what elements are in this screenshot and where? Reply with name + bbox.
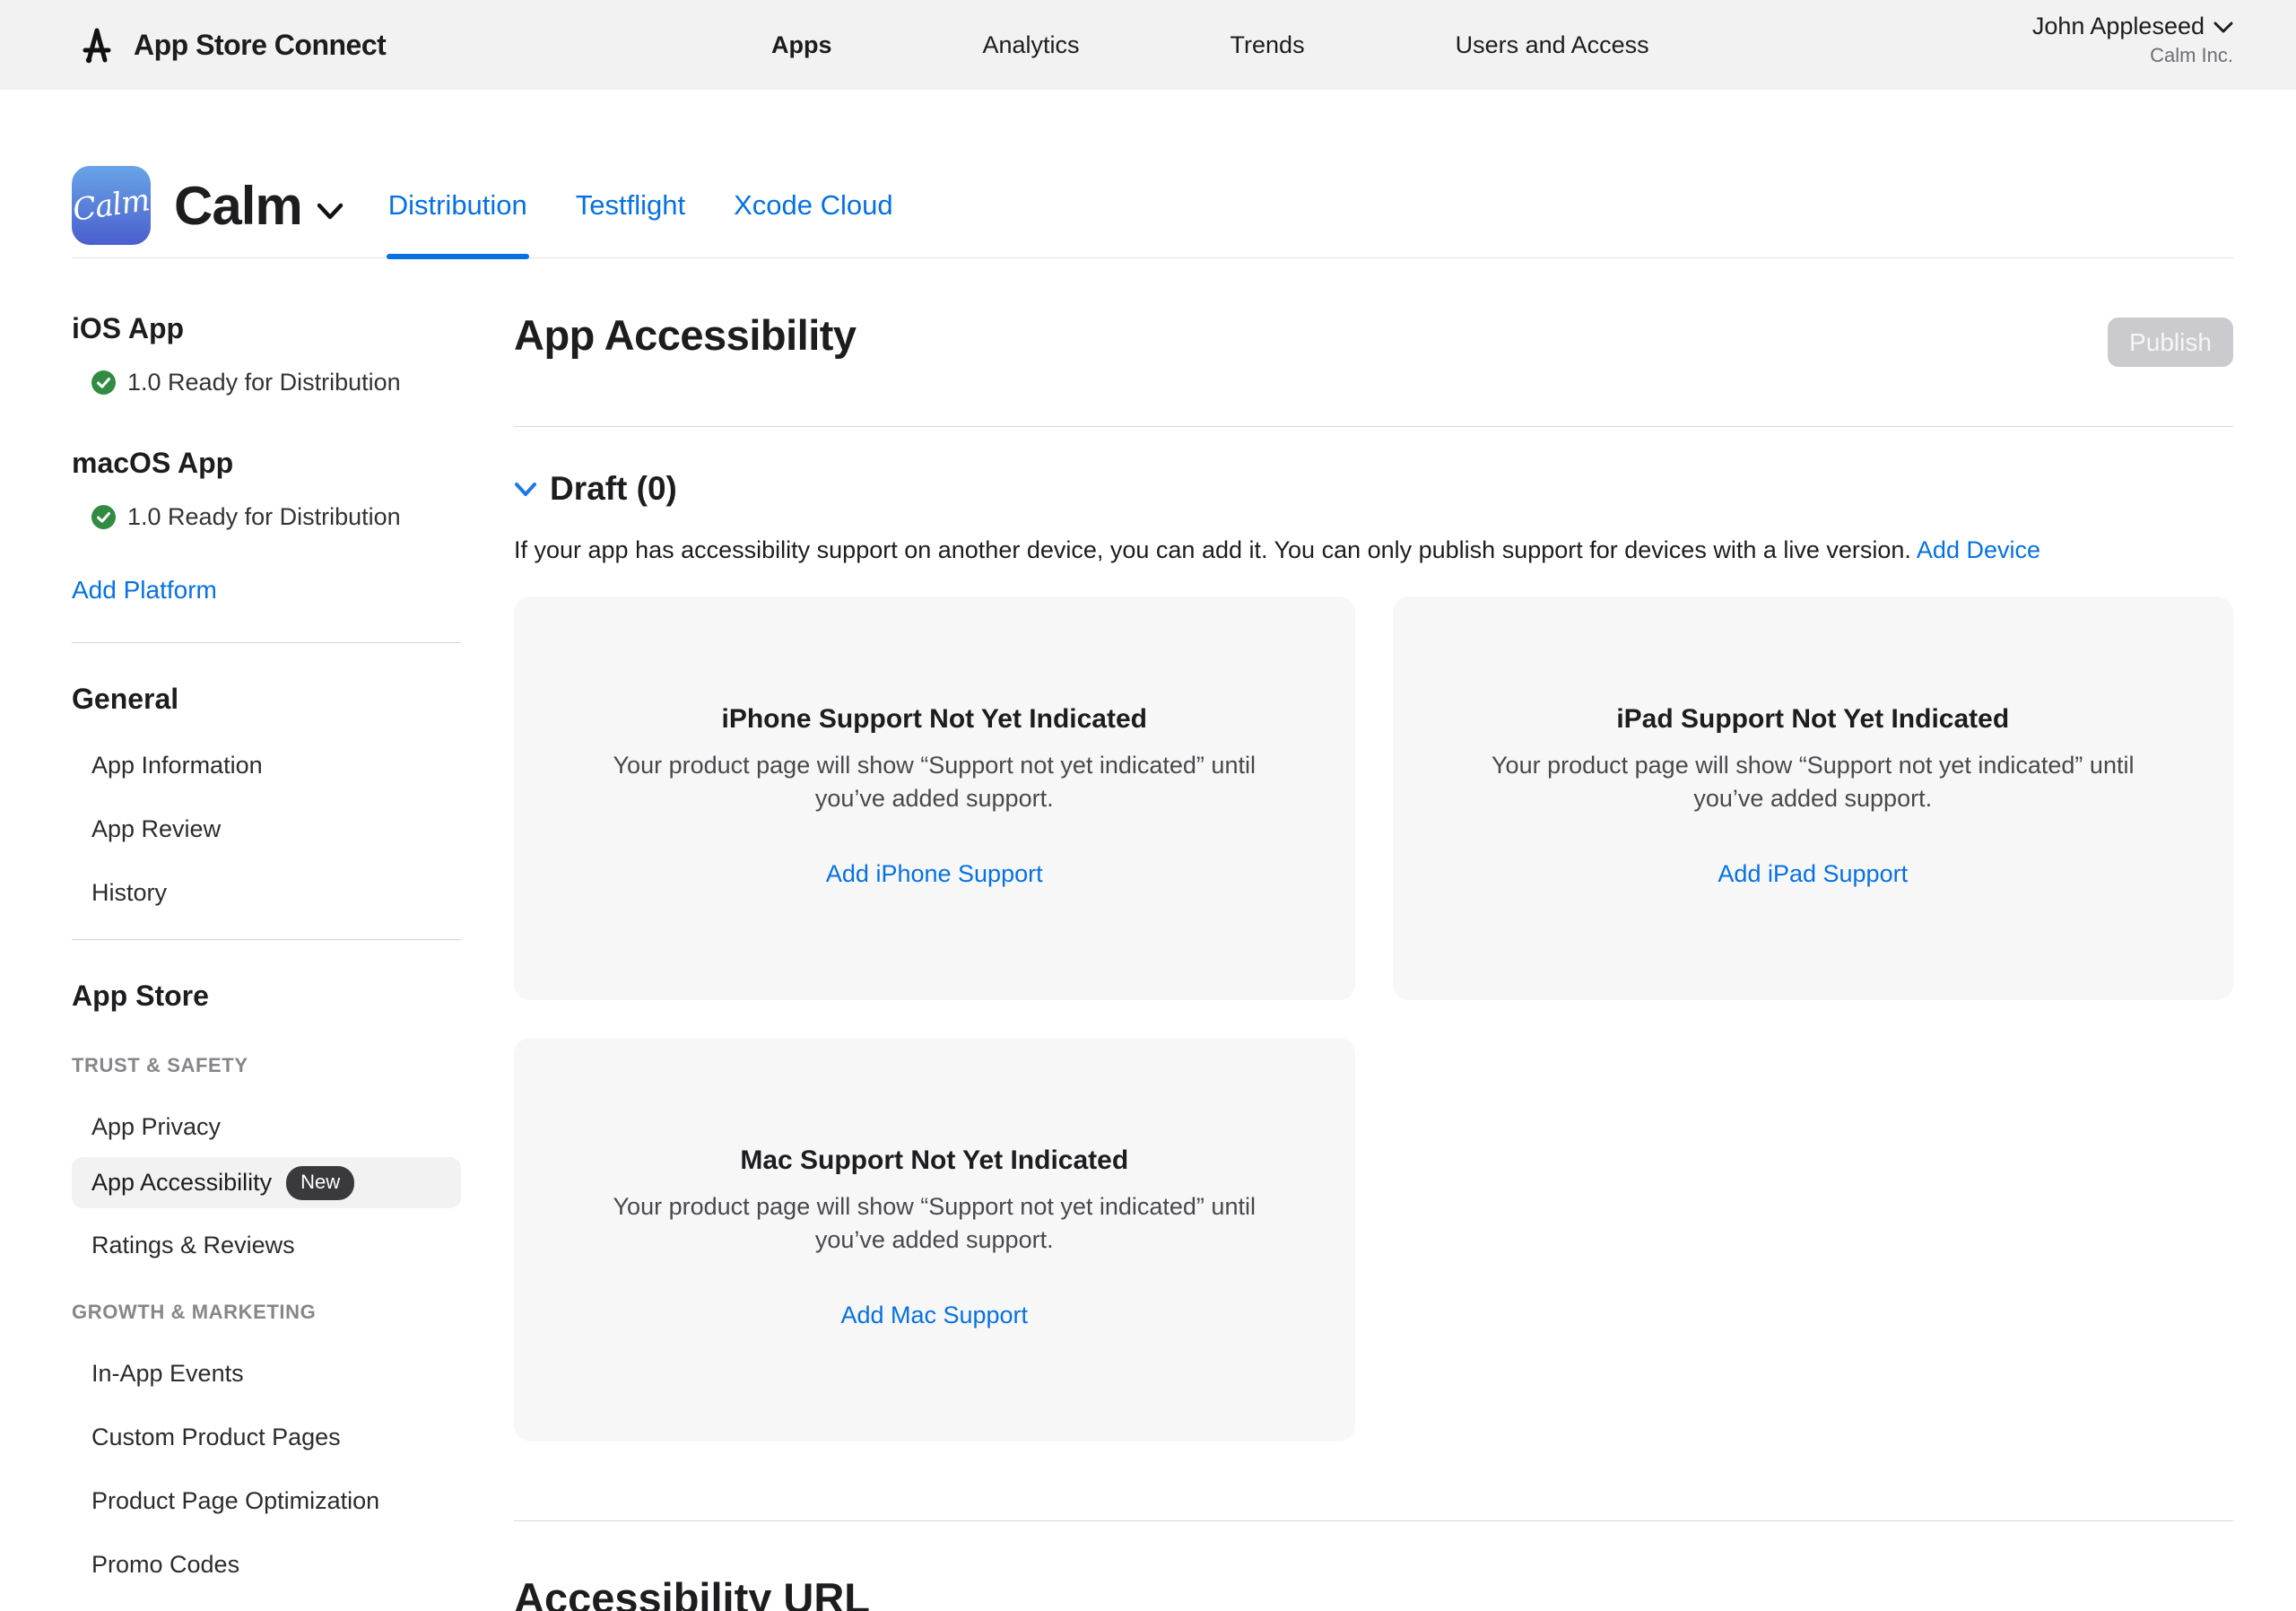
chevron-down-icon: [514, 482, 537, 497]
ios-status-text: 1.0 Ready for Distribution: [127, 369, 401, 396]
sidebar-item-app-review[interactable]: App Review: [91, 815, 461, 843]
add-platform-link[interactable]: Add Platform: [72, 576, 217, 605]
card-body: Your product page will show “Support not…: [595, 749, 1274, 815]
nav-apps[interactable]: Apps: [771, 31, 832, 59]
new-badge: New: [286, 1166, 354, 1200]
sidebar-item-promo-codes[interactable]: Promo Codes: [91, 1551, 461, 1579]
card-title: Mac Support Not Yet Indicated: [595, 1145, 1274, 1176]
sidebar-item-in-app-events[interactable]: In-App Events: [91, 1360, 461, 1388]
sidebar-item-history[interactable]: History: [91, 879, 461, 907]
sidebar: iOS App 1.0 Ready for Distribution macOS…: [72, 258, 461, 1611]
sidebar-heading-app-store: App Store: [72, 980, 461, 1013]
sidebar-item-product-page-optimization[interactable]: Product Page Optimization: [91, 1487, 461, 1515]
section-divider: [514, 426, 2233, 427]
brand-name: App Store Connect: [134, 29, 386, 62]
ios-app-status: 1.0 Ready for Distribution: [91, 369, 461, 396]
ipad-support-card: iPad Support Not Yet Indicated Your prod…: [1393, 597, 2234, 1000]
calm-app-icon: Calm: [72, 166, 151, 245]
tab-testflight[interactable]: Testflight: [574, 186, 687, 225]
sidebar-heading-macos-app: macOS App: [72, 447, 461, 480]
support-cards: iPhone Support Not Yet Indicated Your pr…: [514, 597, 2233, 1441]
main-content: App Accessibility Publish Draft (0) If y…: [514, 258, 2233, 1611]
page-title: App Accessibility: [514, 310, 857, 360]
user-name[interactable]: John Appleseed: [2032, 13, 2205, 40]
user-menu[interactable]: John Appleseed Calm Inc.: [2032, 13, 2233, 67]
chevron-down-icon: [2213, 21, 2233, 33]
top-bar: App Store Connect Apps Analytics Trends …: [0, 0, 2296, 90]
app-header: Calm Calm Distribution Testflight Xcode …: [72, 166, 2233, 245]
publish-button[interactable]: Publish: [2108, 318, 2233, 367]
top-navigation: Apps Analytics Trends Users and Access: [771, 0, 1649, 90]
macos-status-text: 1.0 Ready for Distribution: [127, 503, 401, 531]
add-iphone-support-link[interactable]: Add iPhone Support: [826, 860, 1043, 888]
macos-app-status: 1.0 Ready for Distribution: [91, 503, 461, 531]
sidebar-item-app-information[interactable]: App Information: [91, 752, 461, 779]
mac-support-card: Mac Support Not Yet Indicated Your produ…: [514, 1038, 1355, 1441]
sidebar-item-app-accessibility[interactable]: App Accessibility New: [72, 1157, 461, 1208]
check-circle-icon: [91, 505, 116, 529]
accessibility-url-heading: Accessibility URL: [514, 1573, 2233, 1611]
add-device-link[interactable]: Add Device: [1917, 536, 2040, 563]
iphone-support-card: iPhone Support Not Yet Indicated Your pr…: [514, 597, 1355, 1000]
card-title: iPad Support Not Yet Indicated: [1474, 704, 2153, 735]
draft-description: If your app has accessibility support on…: [514, 536, 2233, 564]
sidebar-divider: [72, 939, 461, 940]
sidebar-heading-general: General: [72, 683, 461, 716]
sidebar-divider: [72, 642, 461, 643]
calm-app-icon-text: Calm: [71, 182, 152, 228]
group-label-trust-safety: TRUST & SAFETY: [72, 1054, 461, 1077]
add-mac-support-link[interactable]: Add Mac Support: [840, 1302, 1028, 1329]
check-circle-icon: [91, 370, 116, 395]
draft-section-toggle[interactable]: Draft (0): [514, 470, 2233, 508]
card-title: iPhone Support Not Yet Indicated: [595, 704, 1274, 735]
sidebar-heading-ios-app: iOS App: [72, 312, 461, 345]
sidebar-item-custom-product-pages[interactable]: Custom Product Pages: [91, 1424, 461, 1451]
draft-description-text: If your app has accessibility support on…: [514, 536, 1911, 563]
chevron-down-icon[interactable]: [317, 203, 344, 220]
tab-distribution[interactable]: Distribution: [387, 186, 529, 225]
app-tabs: Distribution Testflight Xcode Cloud: [387, 186, 895, 225]
nav-analytics[interactable]: Analytics: [983, 31, 1080, 59]
add-ipad-support-link[interactable]: Add iPad Support: [1718, 860, 1908, 888]
nav-users-and-access[interactable]: Users and Access: [1456, 31, 1649, 59]
sidebar-item-label: App Accessibility: [91, 1169, 272, 1197]
card-body: Your product page will show “Support not…: [595, 1190, 1274, 1257]
card-body: Your product page will show “Support not…: [1474, 749, 2153, 815]
user-organization: Calm Inc.: [2032, 44, 2233, 67]
sidebar-item-app-privacy[interactable]: App Privacy: [91, 1113, 461, 1141]
tab-xcode-cloud[interactable]: Xcode Cloud: [732, 186, 895, 225]
nav-trends[interactable]: Trends: [1231, 31, 1305, 59]
app-store-connect-logo-icon: [76, 24, 117, 65]
sidebar-item-ratings-reviews[interactable]: Ratings & Reviews: [91, 1232, 461, 1259]
brand: App Store Connect: [76, 24, 386, 65]
section-divider: [514, 1520, 2233, 1521]
group-label-growth-marketing: GROWTH & MARKETING: [72, 1301, 461, 1324]
app-title: Calm: [174, 175, 302, 237]
draft-heading: Draft (0): [550, 470, 677, 508]
